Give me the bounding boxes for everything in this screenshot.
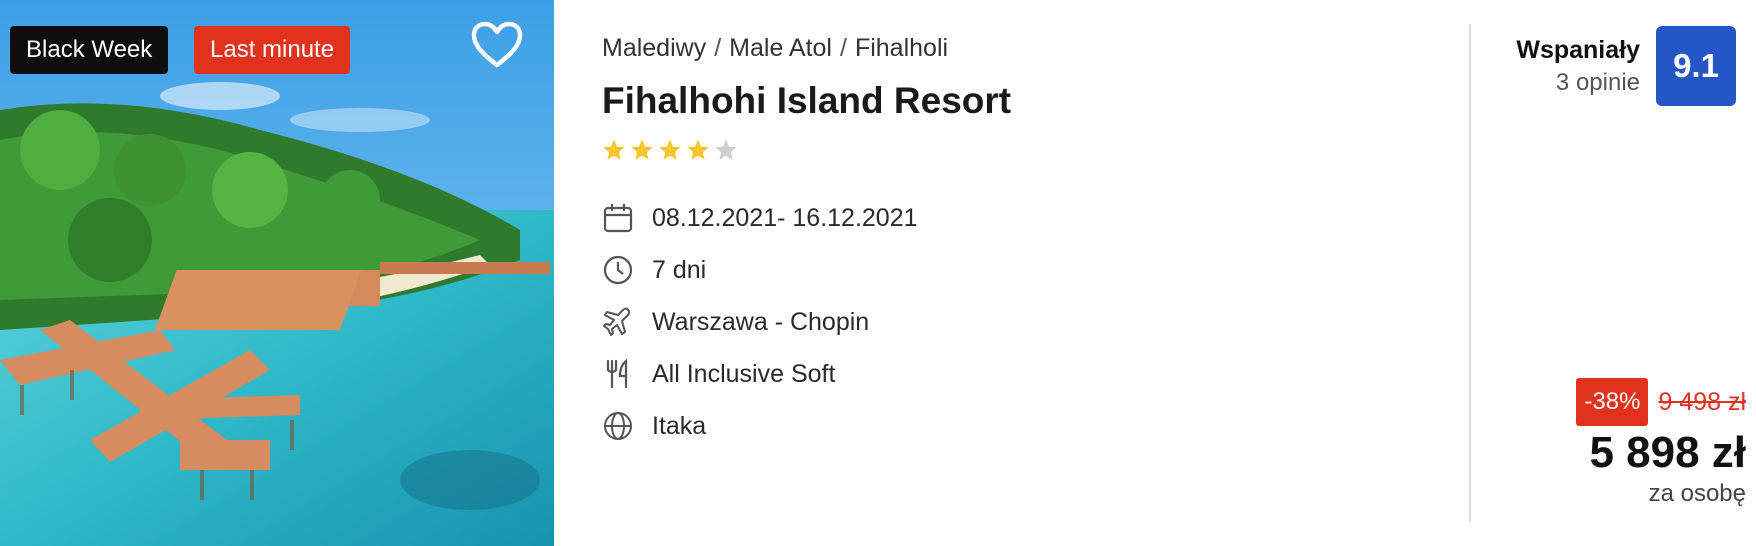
operator-row: Itaka xyxy=(602,400,918,452)
column-divider xyxy=(1469,24,1471,522)
hotel-name[interactable]: Fihalhohi Island Resort xyxy=(602,80,1011,122)
current-price: 5 898 zł xyxy=(1589,428,1746,477)
rating-block[interactable]: Wspaniały 3 opinie 9.1 xyxy=(1516,26,1736,106)
hotel-stars xyxy=(602,138,738,166)
offer-details: 08.12.2021- 16.12.2021 7 dni Warszawa - … xyxy=(602,192,918,452)
discount-badge: -38% xyxy=(1576,378,1649,426)
board-row: All Inclusive Soft xyxy=(602,348,918,400)
breadcrumb: Malediwy / Male Atol / Fihalholi xyxy=(602,34,948,63)
star-icon xyxy=(603,139,625,160)
price-per-person: za osobę xyxy=(1648,480,1746,507)
rating-label: Wspaniały xyxy=(1516,36,1640,64)
breadcrumb-separator: / xyxy=(714,34,722,62)
price-block: -38% 9 498 zł 5 898 zł za osobę xyxy=(1576,378,1746,508)
rating-score: 9.1 xyxy=(1656,26,1736,106)
plane-icon xyxy=(602,306,634,338)
dates-row: 08.12.2021- 16.12.2021 xyxy=(602,192,918,244)
breadcrumb-separator: / xyxy=(840,34,847,62)
breadcrumb-region[interactable]: Male Atol xyxy=(729,34,832,62)
offer-info: Malediwy / Male Atol / Fihalholi Fihalhohi I… xyxy=(602,0,1442,546)
heart-icon[interactable] xyxy=(470,20,524,70)
departure-airport: Warszawa - Chopin xyxy=(652,307,870,336)
calendar-icon xyxy=(602,202,634,234)
cutlery-icon xyxy=(602,358,634,390)
travel-dates: 08.12.2021- 16.12.2021 xyxy=(652,203,918,232)
hotel-photo[interactable]: Black Week Last minute xyxy=(0,0,554,546)
breadcrumb-place[interactable]: Fihalholi xyxy=(855,34,948,62)
clock-icon xyxy=(602,254,634,286)
breadcrumb-country[interactable]: Malediwy xyxy=(602,34,706,62)
tour-operator: Itaka xyxy=(652,411,707,440)
board-type: All Inclusive Soft xyxy=(652,359,836,388)
old-price: 9 498 zł xyxy=(1658,387,1746,416)
last-minute-badge: Last minute xyxy=(194,26,351,74)
black-week-badge: Black Week xyxy=(10,26,169,74)
star-icon xyxy=(631,139,653,160)
star-icon xyxy=(715,139,737,160)
star-icon xyxy=(659,139,681,160)
price-discount-row: -38% 9 498 zł xyxy=(1576,378,1746,426)
departure-row: Warszawa - Chopin xyxy=(602,296,918,348)
star-icon xyxy=(687,139,709,160)
trip-duration: 7 dni xyxy=(652,255,707,284)
hotel-photo-image xyxy=(0,0,554,546)
duration-row: 7 dni xyxy=(602,244,918,296)
rating-text: Wspaniały 3 opinie xyxy=(1516,26,1640,97)
review-count[interactable]: 3 opinie xyxy=(1516,69,1640,97)
globe-icon xyxy=(602,410,634,442)
